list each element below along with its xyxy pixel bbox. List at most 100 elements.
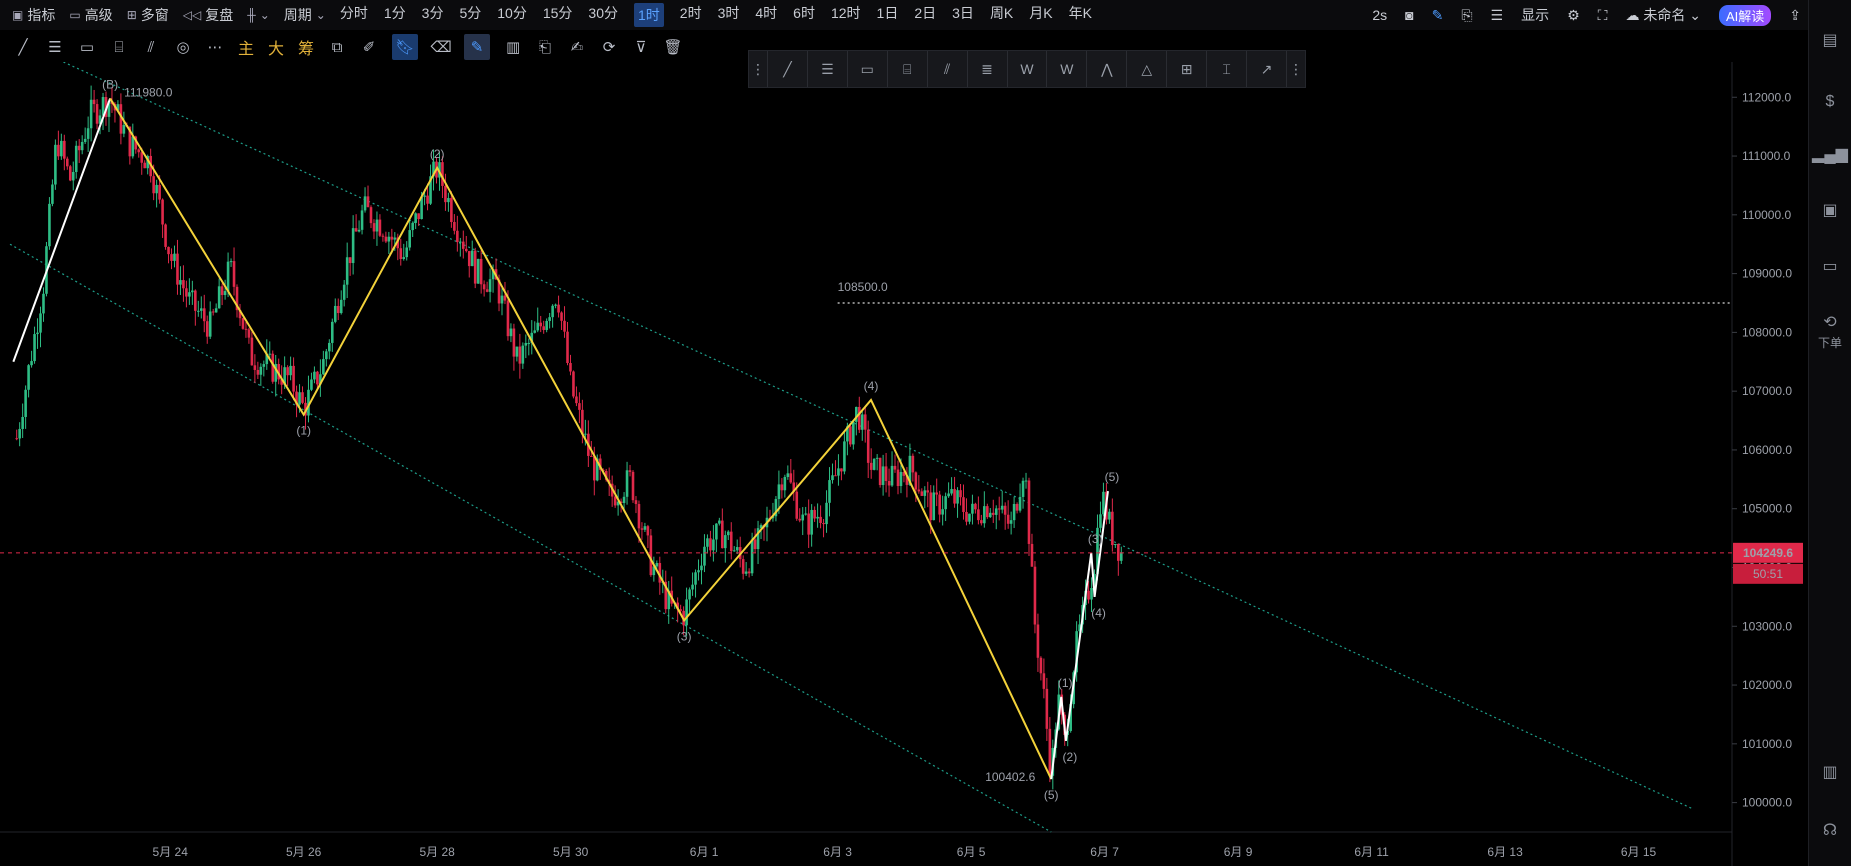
- timeframe-6[interactable]: 30分: [588, 3, 618, 27]
- main-indicator-button[interactable]: 主: [238, 38, 254, 58]
- chart-type-dropdown[interactable]: ╫ ⌄: [247, 8, 270, 22]
- replay-button[interactable]: ◁◁ 复盘: [183, 5, 233, 25]
- layout-name-dropdown[interactable]: ☁ 未命名 ⌄: [1625, 5, 1701, 25]
- y-tick-label: 109000.0: [1742, 267, 1792, 281]
- y-tick-label: 105000.0: [1742, 502, 1792, 516]
- camera-icon[interactable]: ◙: [1405, 7, 1413, 23]
- order-label[interactable]: 下单: [1809, 334, 1851, 351]
- line-tool-icon[interactable]: ╱: [14, 38, 32, 56]
- headset-icon[interactable]: ☊: [1818, 818, 1842, 842]
- candle-body: [444, 185, 447, 203]
- candle-body: [1030, 543, 1034, 567]
- candle-body: [27, 365, 30, 390]
- candles-icon[interactable]: ▥: [504, 38, 522, 56]
- timeframe-3[interactable]: 5分: [459, 3, 481, 27]
- horizontal-lines-icon[interactable]: ☰: [46, 38, 64, 56]
- candle-body: [655, 563, 659, 567]
- candle-body: [173, 253, 176, 261]
- timeframe-9[interactable]: 3时: [718, 3, 740, 27]
- ai-interpret-button[interactable]: AI解读: [1718, 4, 1772, 26]
- indicators-button[interactable]: ▣ 指标: [12, 5, 55, 25]
- rectangle-icon[interactable]: ▭: [78, 38, 96, 56]
- copy-icon[interactable]: ⎗: [536, 38, 554, 56]
- timeframe-8[interactable]: 2时: [680, 3, 702, 27]
- candle-body: [360, 210, 364, 230]
- timeframe-7[interactable]: 1时: [633, 3, 664, 27]
- candle-body: [732, 550, 736, 552]
- restore-icon[interactable]: ⎘: [1461, 7, 1472, 24]
- brush-icon[interactable]: ✐: [360, 38, 378, 56]
- share-icon[interactable]: ⇪: [1789, 7, 1801, 24]
- pencil-icon[interactable]: ✎: [1432, 7, 1444, 24]
- candle-body: [777, 484, 781, 500]
- candle-body: [849, 426, 852, 445]
- candle-body: [83, 138, 87, 142]
- price-chart[interactable]: 100000.0101000.0102000.0103000.0104000.0…: [0, 62, 1808, 866]
- dollar-icon[interactable]: $: [1818, 90, 1842, 114]
- magnet-icon[interactable]: ⟳: [600, 38, 618, 56]
- candle-body: [649, 535, 653, 576]
- bar-chart-icon[interactable]: ▂▄▆: [1812, 142, 1848, 166]
- candles-group: [15, 85, 1123, 790]
- panel-icon[interactable]: ▥: [1818, 760, 1842, 784]
- candle-body: [554, 304, 557, 306]
- big-order-button[interactable]: 大: [268, 38, 284, 58]
- candle-body: [36, 332, 39, 335]
- candle-body: [241, 318, 245, 329]
- timeframe-4[interactable]: 10分: [497, 3, 527, 27]
- candle-body: [473, 250, 477, 284]
- filter-icon[interactable]: ⊽: [632, 38, 650, 56]
- period-dropdown[interactable]: 周期 ⌄: [284, 5, 326, 25]
- timeframe-16[interactable]: 周K: [990, 3, 1013, 27]
- price-range-icon[interactable]: ⌸: [110, 38, 128, 56]
- candle-body: [226, 261, 230, 292]
- monitor-icon[interactable]: ▣: [1818, 198, 1842, 222]
- timeframe-18[interactable]: 年K: [1069, 3, 1092, 27]
- y-tick-label: 100000.0: [1742, 796, 1792, 810]
- refresh-interval[interactable]: 2s: [1372, 7, 1387, 23]
- order-icon[interactable]: ⟲: [1818, 310, 1842, 334]
- timeframe-0[interactable]: 分时: [340, 3, 368, 27]
- advanced-button[interactable]: ▭ 高级: [69, 5, 112, 25]
- candle-body: [354, 228, 358, 232]
- display-button[interactable]: 显示: [1521, 5, 1549, 25]
- candle-body: [202, 308, 206, 322]
- candle-body: [920, 491, 924, 496]
- parallel-channel-icon[interactable]: ⫽: [142, 38, 160, 56]
- timeframe-12[interactable]: 12时: [831, 3, 861, 27]
- note-icon[interactable]: ✍: [568, 38, 586, 56]
- timeframe-13[interactable]: 1日: [877, 3, 899, 27]
- fullscreen-icon[interactable]: ⛶: [1598, 7, 1608, 24]
- timeframe-11[interactable]: 6时: [793, 3, 815, 27]
- candle-body: [244, 328, 248, 330]
- timeframe-10[interactable]: 4时: [755, 3, 777, 27]
- list-icon[interactable]: ☰: [1491, 7, 1504, 24]
- trash-icon[interactable]: 🗑︎: [664, 38, 683, 56]
- timeframe-17[interactable]: 月K: [1029, 3, 1052, 27]
- candle-body: [575, 396, 578, 404]
- timeframe-2[interactable]: 3分: [422, 3, 444, 27]
- candle-body: [408, 230, 412, 248]
- circle-target-icon[interactable]: ◎: [174, 38, 192, 56]
- edit-box-icon[interactable]: ⧉: [328, 38, 346, 56]
- candle-body: [1039, 657, 1043, 674]
- timeframe-14[interactable]: 2日: [914, 3, 936, 27]
- settings-icon[interactable]: ⚙: [1567, 7, 1580, 24]
- wave-label-yellow: (3): [677, 629, 692, 643]
- document-icon[interactable]: ▤: [1818, 28, 1842, 52]
- more-icon[interactable]: ⋯: [206, 38, 224, 56]
- chip-button[interactable]: 筹: [298, 38, 314, 58]
- candle-body: [417, 213, 420, 220]
- timeframe-15[interactable]: 3日: [952, 3, 974, 27]
- candle-body: [57, 144, 60, 157]
- eraser-icon[interactable]: ⌫: [430, 38, 451, 56]
- draw-pen-icon[interactable]: ✎: [464, 34, 491, 60]
- candle-body: [840, 468, 843, 472]
- bookmark-icon[interactable]: 🔖︎: [392, 34, 419, 60]
- multi-window-button[interactable]: ⊞ 多窗: [127, 5, 169, 25]
- candle-body: [60, 140, 63, 157]
- timeframe-1[interactable]: 1分: [384, 3, 406, 27]
- candle-body: [872, 458, 876, 470]
- cards-icon[interactable]: ▭: [1818, 254, 1842, 278]
- timeframe-5[interactable]: 15分: [543, 3, 573, 27]
